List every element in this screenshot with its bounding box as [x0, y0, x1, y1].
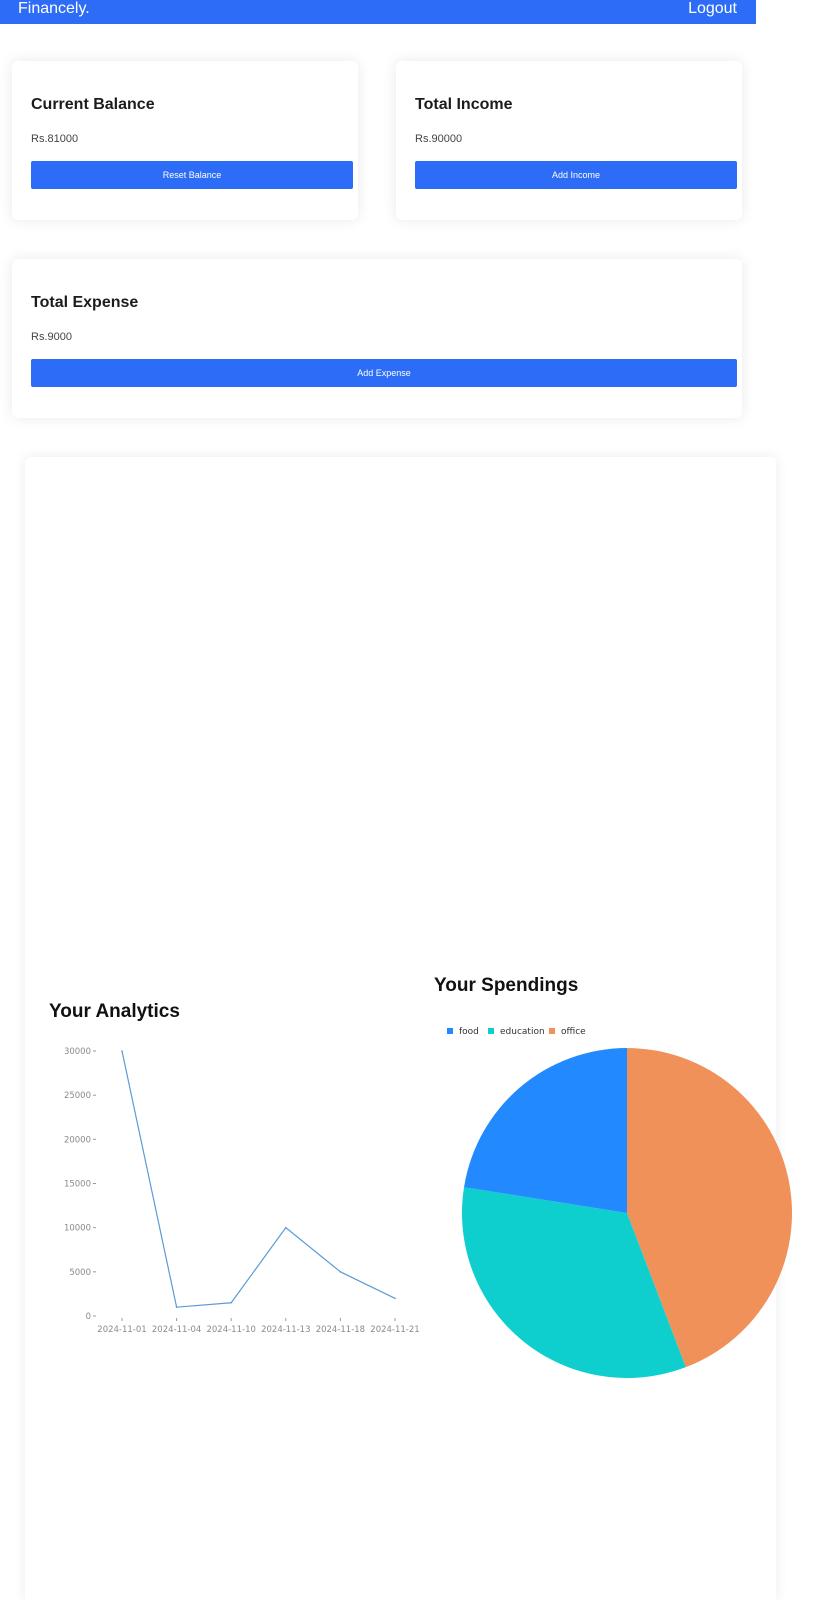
total-expense-card: Total Expense Rs.9000 Add Expense [12, 259, 742, 418]
x-tick-label: 2024-11-01 [97, 1325, 146, 1335]
legend-label: office [561, 1027, 586, 1037]
x-tick-label: 2024-11-18 [316, 1325, 365, 1335]
x-tick-label: 2024-11-10 [206, 1325, 255, 1335]
income-amount: Rs.90000 [415, 133, 463, 145]
card-title: Current Balance [31, 96, 155, 113]
reset-balance-button[interactable]: Reset Balance [31, 161, 353, 189]
card-title: Total Income [415, 96, 513, 113]
spendings-title: Your Spendings [434, 975, 579, 996]
card-title: Total Expense [31, 294, 139, 311]
y-tick-label: 25000 [64, 1091, 91, 1101]
series-line [121, 1050, 396, 1308]
expense-amount: Rs.9000 [31, 331, 72, 343]
data-point [175, 1306, 178, 1308]
x-tick-label: 2024-11-21 [370, 1325, 419, 1335]
y-tick-label: 0 [86, 1312, 91, 1322]
legend-swatch [549, 1028, 555, 1034]
pie-slice-food [464, 1048, 627, 1213]
brand-logo[interactable]: Financely. [18, 0, 90, 18]
data-point [121, 1050, 123, 1052]
legend-swatch [488, 1028, 494, 1034]
navbar: Financely. Logout [0, 0, 756, 24]
add-income-button[interactable]: Add Income [415, 161, 737, 189]
analytics-title: Your Analytics [49, 1001, 180, 1022]
legend-swatch [447, 1028, 453, 1034]
spendings-pie-chart: food education office [447, 1027, 792, 1378]
data-point [285, 1226, 287, 1229]
current-balance-card: Current Balance Rs.81000 Reset Balance [12, 61, 358, 220]
logout-link[interactable]: Logout [688, 0, 737, 18]
x-tick-label: 2024-11-13 [261, 1325, 310, 1335]
y-tick-label: 30000 [64, 1047, 91, 1057]
data-point [230, 1301, 232, 1304]
total-income-card: Total Income Rs.90000 Add Income [396, 61, 742, 220]
add-expense-button[interactable]: Add Expense [31, 359, 737, 387]
data-point [339, 1271, 342, 1273]
analytics-line-chart: 0 5000 10000 15000 20000 25000 30000 2024-11-01… [64, 1047, 420, 1335]
y-tick-label: 15000 [64, 1180, 91, 1190]
x-tick-label: 2024-11-04 [152, 1325, 201, 1335]
legend-label: education [500, 1027, 545, 1037]
legend-label: food [459, 1027, 479, 1037]
balance-amount: Rs.81000 [31, 133, 79, 145]
y-tick-label: 20000 [64, 1135, 91, 1145]
y-tick-label: 10000 [64, 1224, 91, 1234]
y-tick-label: 5000 [69, 1268, 91, 1278]
data-point [394, 1297, 396, 1300]
